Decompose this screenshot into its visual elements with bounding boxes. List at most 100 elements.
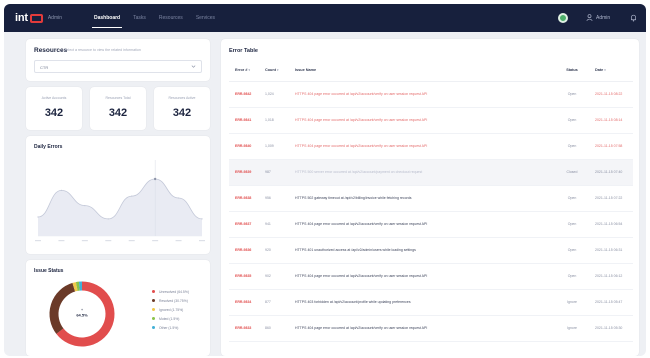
legend-label: Muted (1.5%) — [159, 316, 180, 321]
issue-name-cell: HTTPS 502 gateway timeout at /api/v2/bil… — [289, 185, 549, 212]
x-tick-label — [105, 240, 112, 242]
header-issue-name[interactable]: Issue Name — [289, 59, 549, 82]
issue-name-cell: HTTPS 404 page error occurred at /api/v2… — [289, 315, 549, 342]
date-cell: 2021-11-15 06:54 — [589, 211, 633, 238]
date-cell: 2021-11-15 06:31 — [589, 237, 633, 264]
issue-name-cell: HTTPS 403 forbidden at /api/v2/account/p… — [289, 289, 549, 316]
header-label: Date — [595, 67, 604, 72]
data-point[interactable] — [153, 177, 157, 181]
header-status[interactable]: Status — [549, 59, 589, 82]
sort-icon: ▾ — [248, 67, 250, 72]
date-cell: 2021-11-15 05:47 — [589, 289, 633, 316]
status-cell: Open — [549, 263, 589, 290]
date-cell: 2021-11-15 07:22 — [589, 185, 633, 212]
resource-select[interactable]: CTR — [34, 60, 202, 73]
resources-title: Resources — [34, 47, 68, 54]
stat-value: 342 — [172, 107, 192, 119]
table-row[interactable]: ERR-9837 941 HTTPS 404 page error occurred… — [229, 211, 633, 238]
header-count[interactable]: Count▾ — [259, 59, 289, 82]
legend-item: Resolved (30.75%) — [152, 296, 189, 305]
bell-icon[interactable] — [630, 14, 637, 22]
count-cell: 1,018 — [259, 107, 289, 134]
resources-subtitle: Select a resource to view the related in… — [64, 48, 141, 52]
count-cell: 1,024 — [259, 81, 289, 108]
sort-icon: ▾ — [604, 67, 606, 72]
legend-label: Resolved (30.75%) — [159, 298, 188, 303]
x-tick-label — [58, 240, 65, 242]
header-date[interactable]: Date▾ — [589, 59, 633, 82]
header-label: Issue Name — [295, 67, 317, 72]
table-row[interactable]: ERR-9839 987 HTTPS 500 server error occurr… — [229, 159, 633, 186]
user-icon[interactable] — [586, 14, 593, 21]
status-cell: Ignore — [549, 315, 589, 342]
date-cell: 2021-11-15 08:22 — [589, 81, 633, 108]
date-cell: 2021-11-15 05:30 — [589, 315, 633, 342]
stat-value: 342 — [108, 107, 128, 119]
nav-resources[interactable]: Resources — [157, 4, 185, 32]
stat-label: Active Accounts — [41, 96, 67, 100]
nav-dashboard[interactable]: Dashboard — [92, 4, 123, 32]
legend-label: Other (1.5%) — [159, 325, 179, 330]
count-cell: 956 — [259, 185, 289, 212]
issue-name-cell: HTTPS 404 page error occurred at /api/v2… — [289, 107, 549, 134]
status-cell: Open — [549, 237, 589, 264]
legend-label: Unresolved (64.5%) — [159, 289, 189, 294]
error-table: Error #▾ Count▾ Issue Name Status Date▾ … — [229, 59, 633, 342]
data-point — [37, 216, 39, 218]
stat-card-resources-total: Resources Total 342 — [90, 87, 146, 130]
table-row[interactable]: ERR-9838 956 HTTPS 502 gateway timeout at … — [229, 185, 633, 212]
error-table-card: Error Table Error #▾ Count▾ Issue Name S… — [221, 39, 639, 356]
count-cell: 920 — [259, 237, 289, 264]
error-number-cell: ERR-9838 — [229, 185, 259, 212]
x-tick-label — [175, 240, 182, 242]
chevron-down-icon — [191, 65, 196, 68]
donut-center-label: 64.5% — [76, 313, 88, 318]
error-number-cell: ERR-9833 — [229, 315, 259, 342]
table-row[interactable]: ERR-9840 1,009 HTTPS 404 page error occurr… — [229, 133, 633, 160]
table-row[interactable]: ERR-9842 1,024 HTTPS 404 page error occurr… — [229, 81, 633, 108]
x-tick-label — [81, 240, 88, 242]
daily-errors-title: Daily Errors — [34, 144, 63, 150]
count-cell: 902 — [259, 263, 289, 290]
logo-subtitle: Admin — [47, 15, 63, 21]
donut-center-icon: + — [81, 307, 84, 312]
table-row[interactable]: ERR-9833 860 HTTPS 404 page error occurred… — [229, 315, 633, 342]
main-nav: Dashboard Tasks Resources Services — [92, 4, 217, 32]
donut-slice[interactable] — [49, 282, 76, 334]
donut-slice[interactable] — [72, 282, 78, 292]
legend-item: Unresolved (64.5%) — [152, 287, 189, 296]
resource-select-value: CTR — [40, 65, 49, 70]
data-point — [60, 189, 63, 191]
status-cell: Open — [549, 81, 589, 108]
table-row[interactable]: ERR-9834 877 HTTPS 403 forbidden at /api/v… — [229, 289, 633, 316]
data-point — [84, 205, 86, 207]
legend-item: Ignored (1.75%) — [152, 305, 189, 314]
table-row[interactable]: ERR-9836 920 HTTPS 401 unauthorized access… — [229, 237, 633, 264]
issue-status-legend: Unresolved (64.5%) Resolved (30.75%) Ignor… — [152, 287, 189, 332]
x-tick-label — [35, 240, 41, 242]
issue-name-cell: HTTPS 500 server error occurred at /api/… — [289, 159, 549, 186]
status-cell: Open — [549, 185, 589, 212]
legend-item: Muted (1.5%) — [152, 314, 189, 323]
legend-item: Other (1.5%) — [152, 323, 189, 332]
table-row[interactable]: ERR-9841 1,018 HTTPS 404 page error occurr… — [229, 107, 633, 134]
logo-text: int — [15, 12, 28, 24]
table-row[interactable]: ERR-9835 902 HTTPS 404 page error occurred… — [229, 263, 633, 290]
date-cell: 2021-11-15 07:40 — [589, 159, 633, 186]
legend-label: Ignored (1.75%) — [159, 307, 184, 312]
header-error-number[interactable]: Error #▾ — [229, 59, 259, 82]
status-indicator[interactable] — [558, 13, 568, 23]
count-cell: 877 — [259, 289, 289, 316]
legend-swatch — [152, 326, 155, 329]
resources-card: Resources Select a resource to view the … — [26, 39, 210, 81]
count-cell: 1,009 — [259, 133, 289, 160]
page-background: int Admin Dashboard Tasks Resources Serv… — [4, 4, 646, 356]
nav-tasks[interactable]: Tasks — [131, 4, 148, 32]
app-logo[interactable]: int Admin — [15, 12, 62, 24]
user-name[interactable]: Admin — [596, 15, 610, 21]
count-cell: 941 — [259, 211, 289, 238]
header-label: Count — [265, 67, 276, 72]
issue-status-title: Issue Status — [34, 268, 64, 274]
nav-services[interactable]: Services — [194, 4, 217, 32]
stat-card-resources-active: Resources Active 342 — [154, 87, 210, 130]
